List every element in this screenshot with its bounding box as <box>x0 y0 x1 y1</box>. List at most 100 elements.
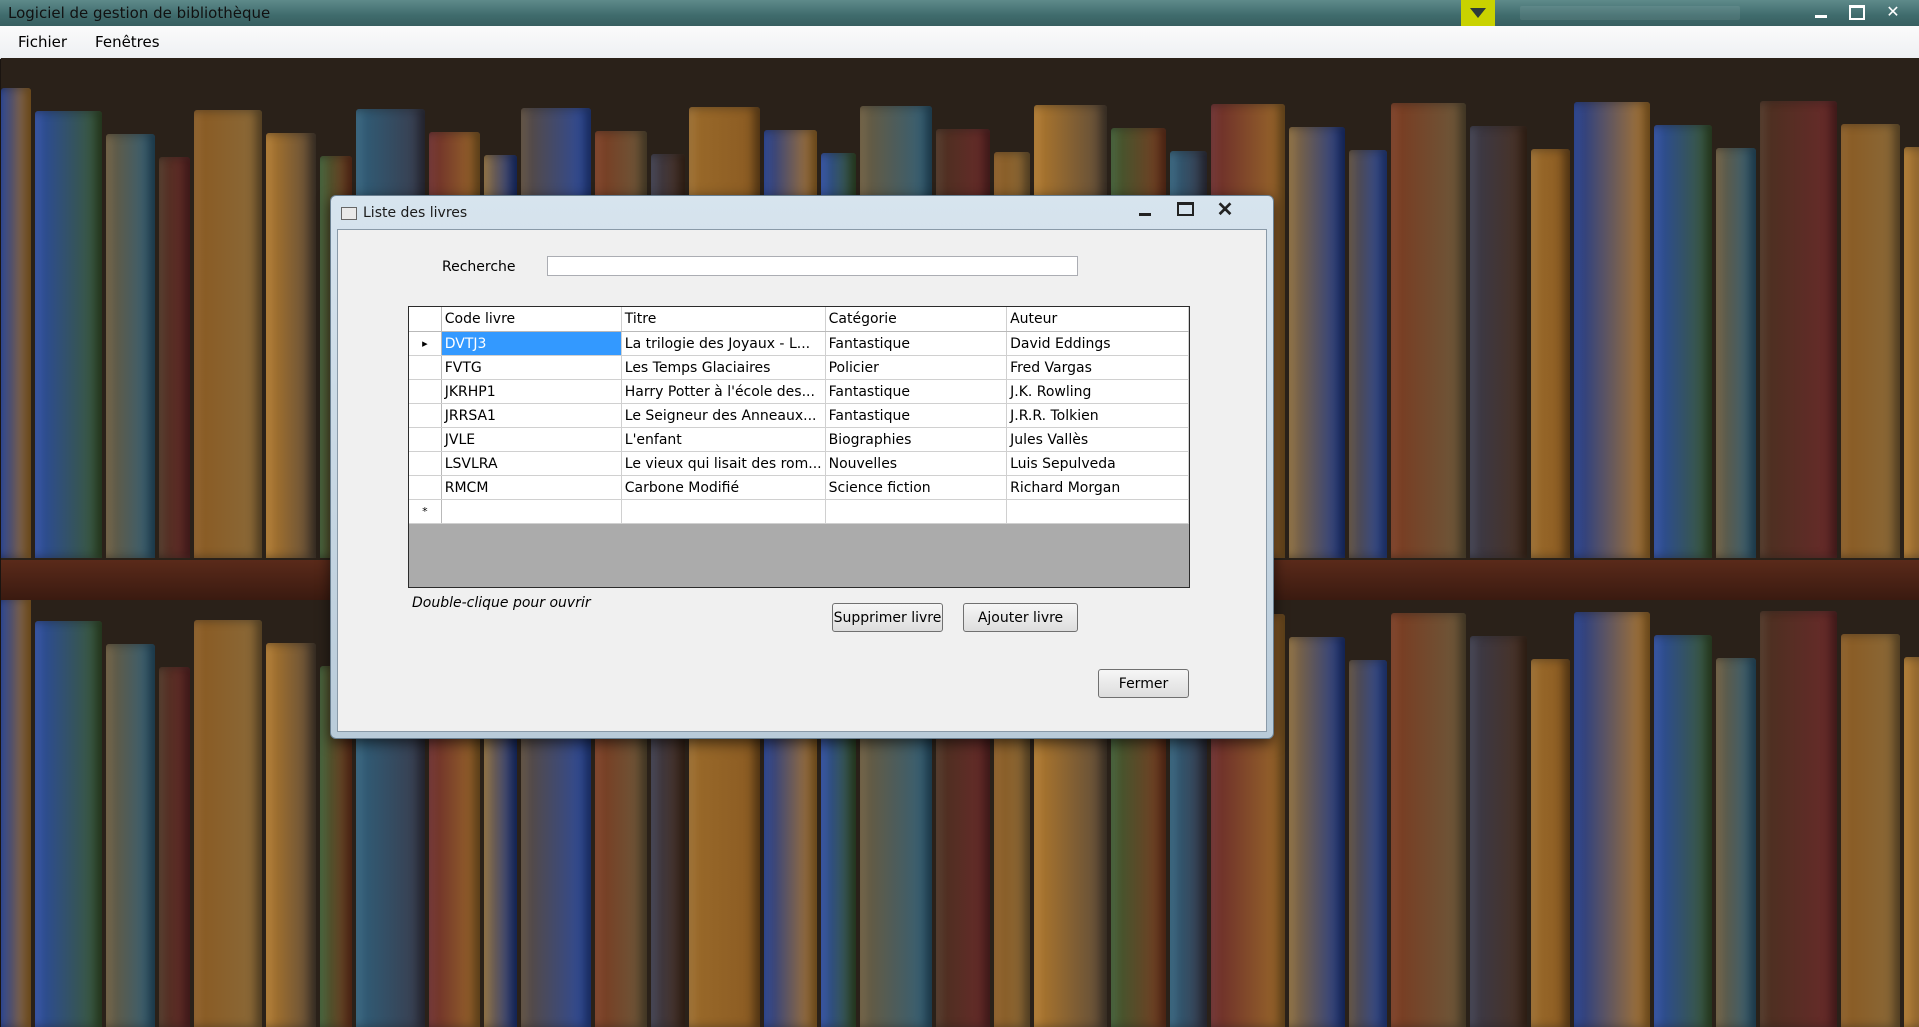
book-spine <box>1904 657 1919 1027</box>
cell-titre[interactable]: Le vieux qui lisait des rom... <box>621 451 826 476</box>
cell-auteur[interactable]: J.K. Rowling <box>1006 379 1189 404</box>
search-label: Recherche <box>442 259 516 275</box>
row-header[interactable] <box>409 427 442 452</box>
cell-titre[interactable]: Harry Potter à l'école des... <box>621 379 826 404</box>
cell-code[interactable]: RMCM <box>441 475 622 500</box>
dialog-title: Liste des livres <box>363 205 468 221</box>
new-row-cell[interactable] <box>621 499 826 524</box>
dialog-minimize-button[interactable] <box>1125 198 1165 220</box>
dialog-close-button[interactable]: ✕ <box>1205 198 1245 221</box>
dialog-title-bar: Liste des livres <box>341 205 467 221</box>
cell-titre[interactable]: L'enfant <box>621 427 826 452</box>
cell-code[interactable]: JKRHP1 <box>441 379 622 404</box>
delete-book-button[interactable]: Supprimer livre <box>832 603 943 632</box>
cell-auteur[interactable]: Luis Sepulveda <box>1006 451 1189 476</box>
pin-icon[interactable] <box>1461 0 1495 26</box>
add-book-button[interactable]: Ajouter livre <box>963 603 1078 632</box>
book-spine <box>106 644 155 1027</box>
cell-titre[interactable]: Le Seigneur des Anneaux... <box>621 403 826 428</box>
close-button[interactable]: ✕ <box>1877 0 1909 24</box>
menu-fichier[interactable]: Fichier <box>8 33 77 51</box>
search-input[interactable] <box>547 256 1078 276</box>
minimize-button[interactable] <box>1805 0 1837 24</box>
column-header-code[interactable]: Code livre <box>441 307 622 332</box>
book-spine <box>1 598 31 1027</box>
cell-categorie[interactable]: Policier <box>825 355 1008 380</box>
table-row[interactable]: FVTG Les Temps Glaciaires Policier Fred Var… <box>409 355 1189 380</box>
double-click-hint: Double-clique pour ouvrir <box>412 595 591 611</box>
cell-categorie[interactable]: Fantastique <box>825 403 1008 428</box>
cell-code[interactable]: LSVLRA <box>441 451 622 476</box>
title-bar-search-ghost <box>1520 6 1740 20</box>
cell-auteur[interactable]: J.R.R. Tolkien <box>1006 403 1189 428</box>
menu-fenetres[interactable]: Fenêtres <box>85 33 170 51</box>
book-spine <box>106 134 155 558</box>
book-spine <box>1349 660 1387 1027</box>
column-header-categorie[interactable]: Catégorie <box>825 307 1008 332</box>
cell-categorie[interactable]: Biographies <box>825 427 1008 452</box>
cell-auteur[interactable]: David Eddings <box>1006 331 1189 356</box>
cell-code[interactable]: DVTJ3 <box>441 331 622 356</box>
table-row[interactable]: LSVLRA Le vieux qui lisait des rom... Nouv… <box>409 451 1189 476</box>
book-spine <box>1654 635 1712 1027</box>
dialog-client-area: Recherche Code livre Titre Catégorie Aut… <box>337 229 1267 732</box>
book-spine <box>1289 637 1345 1027</box>
close-dialog-button[interactable]: Fermer <box>1098 669 1189 698</box>
column-header-auteur[interactable]: Auteur <box>1006 307 1189 332</box>
book-spine <box>1574 102 1650 558</box>
table-row[interactable]: JRRSA1 Le Seigneur des Anneaux... Fantasti… <box>409 403 1189 428</box>
book-spine <box>1841 124 1900 558</box>
book-spine <box>1574 612 1650 1027</box>
table-row[interactable]: JKRHP1 Harry Potter à l'école des... Fanta… <box>409 379 1189 404</box>
maximize-icon <box>1849 4 1865 20</box>
new-row-cell[interactable] <box>825 499 1008 524</box>
book-spine <box>35 111 102 558</box>
book-spine <box>1391 613 1466 1027</box>
book-spine <box>1531 659 1570 1027</box>
books-table: Code livre Titre Catégorie Auteur ▸ DVTJ3… <box>409 307 1189 524</box>
cell-auteur[interactable]: Fred Vargas <box>1006 355 1189 380</box>
cell-categorie[interactable]: Science fiction <box>825 475 1008 500</box>
row-header[interactable] <box>409 403 442 428</box>
table-row[interactable]: ▸ DVTJ3 La trilogie des Joyaux - L... Fanta… <box>409 331 1189 356</box>
cell-categorie[interactable]: Fantastique <box>825 331 1008 356</box>
book-spine <box>1 88 31 558</box>
new-row-cell[interactable] <box>441 499 622 524</box>
books-data-grid[interactable]: Code livre Titre Catégorie Auteur ▸ DVTJ3… <box>408 306 1190 588</box>
row-header[interactable] <box>409 475 442 500</box>
book-spine <box>1760 611 1837 1027</box>
cell-titre[interactable]: Carbone Modifié <box>621 475 826 500</box>
cell-code[interactable]: JRRSA1 <box>441 403 622 428</box>
cell-categorie[interactable]: Nouvelles <box>825 451 1008 476</box>
new-row-header[interactable]: * <box>409 499 442 524</box>
cell-code[interactable]: JVLE <box>441 427 622 452</box>
column-header-titre[interactable]: Titre <box>621 307 826 332</box>
cell-titre[interactable]: La trilogie des Joyaux - L... <box>621 331 826 356</box>
cell-categorie[interactable]: Fantastique <box>825 379 1008 404</box>
book-spine <box>1841 634 1900 1027</box>
row-header[interactable]: ▸ <box>409 331 442 356</box>
book-spine <box>1531 149 1570 558</box>
maximize-button[interactable] <box>1841 0 1873 24</box>
cell-auteur[interactable]: Jules Vallès <box>1006 427 1189 452</box>
cell-titre[interactable]: Les Temps Glaciaires <box>621 355 826 380</box>
grid-corner-header[interactable] <box>409 307 442 332</box>
new-row-cell[interactable] <box>1006 499 1189 524</box>
book-spine <box>194 620 262 1027</box>
minimize-icon <box>1139 212 1151 216</box>
book-spine <box>35 621 102 1027</box>
row-header[interactable] <box>409 355 442 380</box>
dialog-app-icon <box>341 206 357 220</box>
book-spine <box>194 110 262 558</box>
close-icon: ✕ <box>1886 4 1900 21</box>
cell-auteur[interactable]: Richard Morgan <box>1006 475 1189 500</box>
book-list-dialog: Liste des livres ✕ Recherche Code livre … <box>330 195 1274 739</box>
grid-header-row: Code livre Titre Catégorie Auteur <box>409 307 1189 332</box>
cell-code[interactable]: FVTG <box>441 355 622 380</box>
row-header[interactable] <box>409 379 442 404</box>
dialog-maximize-button[interactable] <box>1165 198 1205 220</box>
table-row[interactable]: JVLE L'enfant Biographies Jules Vallès <box>409 427 1189 452</box>
table-row[interactable]: RMCM Carbone Modifié Science fiction Richar… <box>409 475 1189 500</box>
row-header[interactable] <box>409 451 442 476</box>
new-row[interactable]: * <box>409 499 1189 524</box>
